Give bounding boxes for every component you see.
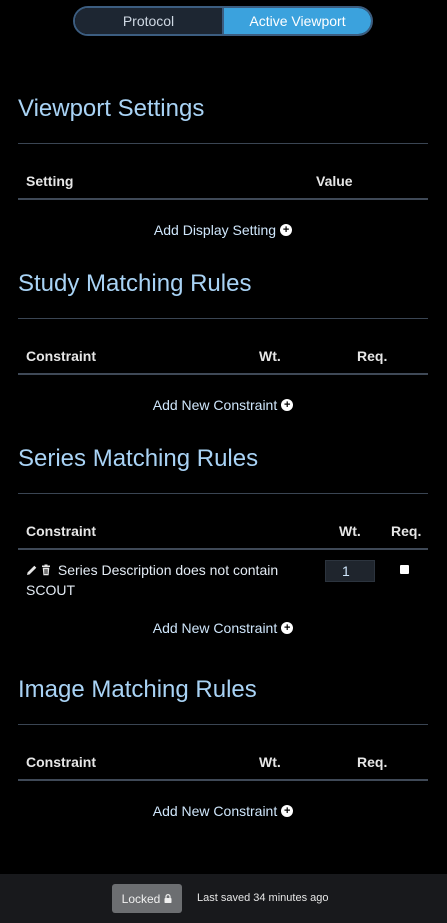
add-constraint-label: Add New Constraint bbox=[152, 397, 278, 413]
constraint-cell: Series Description does not contain SCOU… bbox=[18, 560, 318, 600]
constraint-text: Series Description does not contain SCOU… bbox=[26, 562, 279, 598]
plus-circle-icon: + bbox=[281, 399, 294, 411]
locked-label: Locked bbox=[121, 891, 161, 906]
add-series-constraint-button[interactable]: Add New Constraint + bbox=[18, 613, 428, 643]
section-title: Series Matching Rules bbox=[18, 445, 259, 472]
column-header-wt: Wt. bbox=[339, 523, 361, 539]
section-title: Study Matching Rules bbox=[18, 270, 252, 297]
add-constraint-label: Add New Constraint bbox=[152, 803, 278, 819]
add-image-constraint-button[interactable]: Add New Constraint + bbox=[18, 796, 428, 826]
table-header: Constraint Wt. Req. bbox=[18, 725, 428, 781]
footer-bar: Locked Last saved 34 minutes ago bbox=[0, 874, 447, 923]
tab-active-viewport[interactable]: Active Viewport bbox=[224, 8, 371, 34]
plus-circle-icon: + bbox=[280, 224, 293, 236]
save-status: Last saved 34 minutes ago bbox=[197, 892, 329, 904]
column-header-req: Req. bbox=[357, 348, 388, 364]
add-constraint-label: Add New Constraint bbox=[152, 620, 278, 636]
locked-button[interactable]: Locked bbox=[112, 884, 182, 913]
series-rules-section: Series Matching Rules Constraint Wt. Req… bbox=[18, 442, 428, 643]
tab-switcher: Protocol Active Viewport bbox=[73, 6, 373, 36]
study-rules-section: Study Matching Rules Constraint Wt. Req.… bbox=[18, 267, 428, 420]
tab-protocol[interactable]: Protocol bbox=[75, 8, 224, 34]
column-header-constraint: Constraint bbox=[26, 754, 96, 770]
column-header-value: Value bbox=[316, 173, 353, 189]
plus-circle-icon: + bbox=[281, 805, 294, 817]
column-header-constraint: Constraint bbox=[26, 348, 96, 364]
table-header: Constraint Wt. Req. bbox=[18, 319, 428, 375]
add-study-constraint-button[interactable]: Add New Constraint + bbox=[18, 390, 428, 420]
section-title: Image Matching Rules bbox=[18, 676, 257, 703]
section-title: Viewport Settings bbox=[18, 95, 205, 122]
image-rules-section: Image Matching Rules Constraint Wt. Req.… bbox=[18, 673, 428, 826]
weight-input[interactable]: 1 bbox=[325, 560, 375, 582]
trash-icon[interactable] bbox=[40, 564, 52, 576]
column-header-req: Req. bbox=[391, 523, 422, 539]
lock-icon bbox=[164, 894, 172, 903]
table-header: Setting Value bbox=[18, 144, 428, 200]
plus-circle-icon: + bbox=[281, 622, 294, 634]
column-header-req: Req. bbox=[357, 754, 388, 770]
table-row: Series Description does not contain SCOU… bbox=[18, 550, 428, 608]
table-header: Constraint Wt. Req. bbox=[18, 494, 428, 550]
column-header-setting: Setting bbox=[26, 173, 74, 189]
column-header-constraint: Constraint bbox=[26, 523, 96, 539]
required-checkbox[interactable] bbox=[400, 565, 409, 574]
column-header-wt: Wt. bbox=[259, 348, 281, 364]
add-display-setting-label: Add Display Setting bbox=[153, 222, 277, 238]
column-header-wt: Wt. bbox=[259, 754, 281, 770]
viewport-settings-section: Viewport Settings Setting Value Add Disp… bbox=[18, 92, 428, 245]
add-display-setting-button[interactable]: Add Display Setting + bbox=[18, 215, 428, 245]
pencil-icon[interactable] bbox=[26, 564, 38, 576]
